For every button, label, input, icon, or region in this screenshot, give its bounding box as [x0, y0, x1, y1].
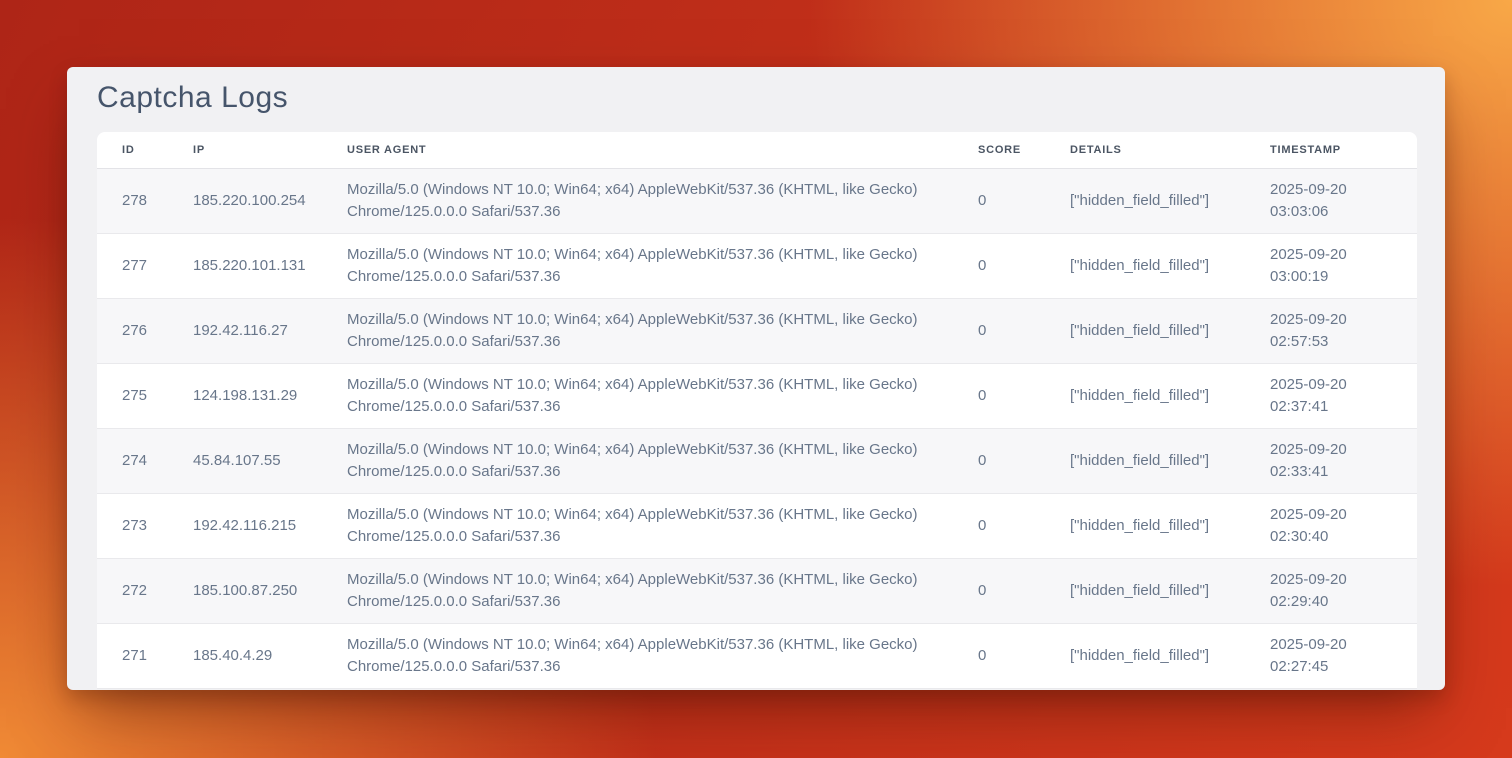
column-header-id: ID — [97, 132, 168, 168]
cell-ip: 124.198.131.29 — [168, 363, 322, 428]
cell-user-agent: Mozilla/5.0 (Windows NT 10.0; Win64; x64… — [322, 168, 953, 233]
cell-score: 0 — [953, 363, 1045, 428]
table-row: 272 185.100.87.250 Mozilla/5.0 (Windows … — [97, 558, 1417, 623]
cell-score: 0 — [953, 298, 1045, 363]
cell-ip: 185.220.100.254 — [168, 168, 322, 233]
cell-id: 275 — [97, 363, 168, 428]
column-header-ip: IP — [168, 132, 322, 168]
column-header-timestamp: TIMESTAMP — [1245, 132, 1417, 168]
cell-score: 0 — [953, 623, 1045, 688]
cell-user-agent: Mozilla/5.0 (Windows NT 10.0; Win64; x64… — [322, 623, 953, 688]
cell-score: 0 — [953, 428, 1045, 493]
cell-timestamp: 2025-09-20 03:00:19 — [1245, 233, 1417, 298]
cell-score: 0 — [953, 233, 1045, 298]
cell-timestamp: 2025-09-20 02:37:41 — [1245, 363, 1417, 428]
cell-ip: 192.42.116.27 — [168, 298, 322, 363]
table-row: 275 124.198.131.29 Mozilla/5.0 (Windows … — [97, 363, 1417, 428]
cell-ip: 185.220.101.131 — [168, 233, 322, 298]
cell-details: ["hidden_field_filled"] — [1045, 363, 1245, 428]
cell-timestamp: 2025-09-20 02:29:40 — [1245, 558, 1417, 623]
cell-details: ["hidden_field_filled"] — [1045, 493, 1245, 558]
cell-user-agent: Mozilla/5.0 (Windows NT 10.0; Win64; x64… — [322, 363, 953, 428]
cell-id: 276 — [97, 298, 168, 363]
table-row: 271 185.40.4.29 Mozilla/5.0 (Windows NT … — [97, 623, 1417, 688]
cell-timestamp: 2025-09-20 02:27:45 — [1245, 623, 1417, 688]
cell-details: ["hidden_field_filled"] — [1045, 428, 1245, 493]
table-row: 276 192.42.116.27 Mozilla/5.0 (Windows N… — [97, 298, 1417, 363]
cell-user-agent: Mozilla/5.0 (Windows NT 10.0; Win64; x64… — [322, 428, 953, 493]
cell-score: 0 — [953, 493, 1045, 558]
cell-details: ["hidden_field_filled"] — [1045, 558, 1245, 623]
cell-user-agent: Mozilla/5.0 (Windows NT 10.0; Win64; x64… — [322, 493, 953, 558]
cell-id: 278 — [97, 168, 168, 233]
cell-user-agent: Mozilla/5.0 (Windows NT 10.0; Win64; x64… — [322, 233, 953, 298]
cell-id: 271 — [97, 623, 168, 688]
table-body: 278 185.220.100.254 Mozilla/5.0 (Windows… — [97, 168, 1417, 688]
cell-details: ["hidden_field_filled"] — [1045, 233, 1245, 298]
cell-timestamp: 2025-09-20 02:30:40 — [1245, 493, 1417, 558]
table-row: 277 185.220.101.131 Mozilla/5.0 (Windows… — [97, 233, 1417, 298]
cell-timestamp: 2025-09-20 02:33:41 — [1245, 428, 1417, 493]
table-row: 278 185.220.100.254 Mozilla/5.0 (Windows… — [97, 168, 1417, 233]
cell-score: 0 — [953, 168, 1045, 233]
cell-ip: 45.84.107.55 — [168, 428, 322, 493]
cell-id: 272 — [97, 558, 168, 623]
cell-id: 277 — [97, 233, 168, 298]
cell-details: ["hidden_field_filled"] — [1045, 623, 1245, 688]
cell-ip: 192.42.116.215 — [168, 493, 322, 558]
cell-user-agent: Mozilla/5.0 (Windows NT 10.0; Win64; x64… — [322, 298, 953, 363]
cell-ip: 185.100.87.250 — [168, 558, 322, 623]
column-header-user-agent: USER AGENT — [322, 132, 953, 168]
cell-timestamp: 2025-09-20 02:57:53 — [1245, 298, 1417, 363]
table-row: 274 45.84.107.55 Mozilla/5.0 (Windows NT… — [97, 428, 1417, 493]
logs-table-container: ID IP USER AGENT SCORE DETAILS TIMESTAMP… — [97, 132, 1417, 689]
cell-timestamp: 2025-09-20 03:03:06 — [1245, 168, 1417, 233]
column-header-details: DETAILS — [1045, 132, 1245, 168]
cell-details: ["hidden_field_filled"] — [1045, 168, 1245, 233]
card-header: Captcha Logs — [67, 67, 1445, 132]
captcha-logs-card: Captcha Logs ID IP USER AGENT SCORE DETA… — [67, 67, 1445, 690]
cell-ip: 185.40.4.29 — [168, 623, 322, 688]
cell-user-agent: Mozilla/5.0 (Windows NT 10.0; Win64; x64… — [322, 558, 953, 623]
cell-id: 273 — [97, 493, 168, 558]
column-header-score: SCORE — [953, 132, 1045, 168]
cell-id: 274 — [97, 428, 168, 493]
cell-details: ["hidden_field_filled"] — [1045, 298, 1245, 363]
cell-score: 0 — [953, 558, 1045, 623]
desktop-background: { "page": { "title": "Captcha Logs" }, "… — [0, 0, 1512, 758]
captcha-logs-table: ID IP USER AGENT SCORE DETAILS TIMESTAMP… — [97, 132, 1417, 689]
page-title: Captcha Logs — [97, 81, 1415, 114]
table-header-row: ID IP USER AGENT SCORE DETAILS TIMESTAMP — [97, 132, 1417, 168]
table-row: 273 192.42.116.215 Mozilla/5.0 (Windows … — [97, 493, 1417, 558]
